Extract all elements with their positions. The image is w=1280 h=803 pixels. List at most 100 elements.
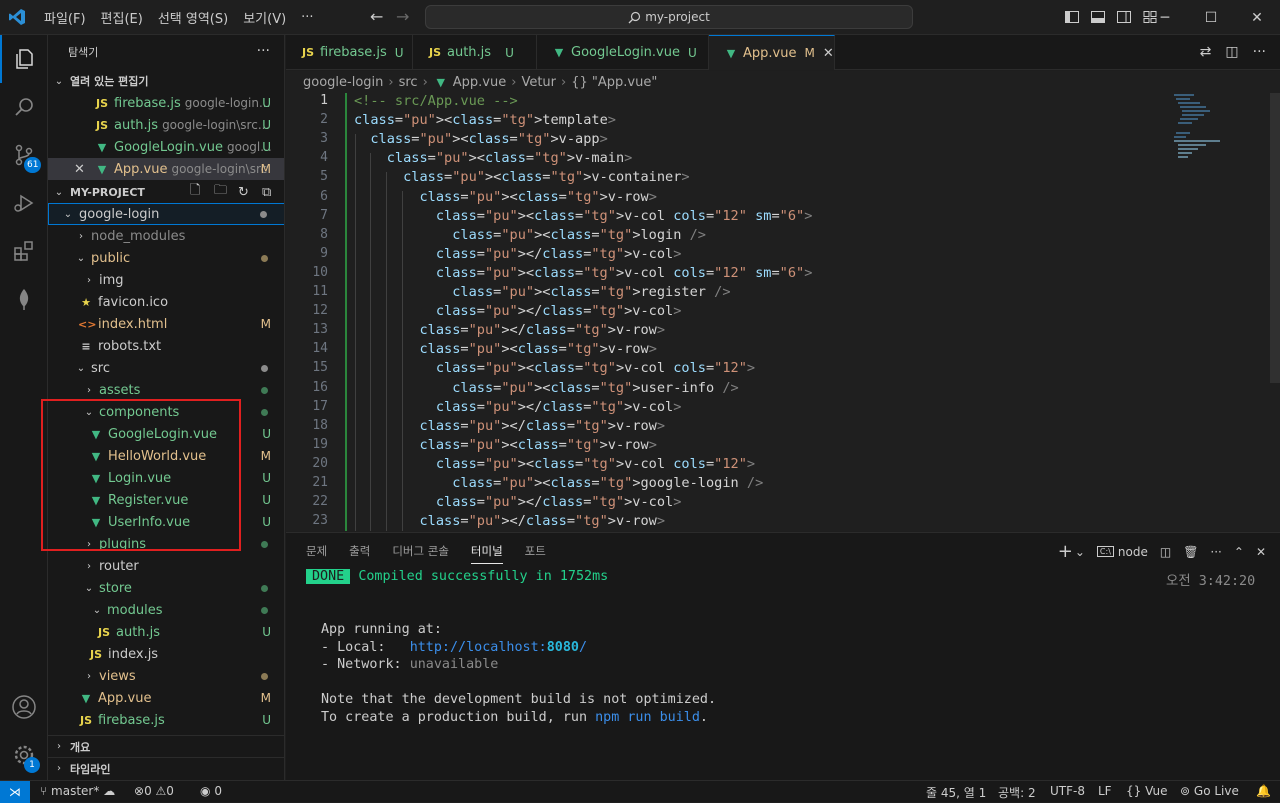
chevron-up-icon[interactable]: ⌃ (1234, 545, 1244, 559)
tree-firebase-js[interactable]: JS firebase.js U (48, 709, 284, 731)
tree-store[interactable]: ⌄ store (48, 577, 284, 599)
command-center-search[interactable]: my-project (425, 5, 913, 29)
tab-ports[interactable]: 포트 (525, 543, 546, 564)
cursor-position[interactable]: 줄 45, 열 1 (926, 784, 986, 801)
refresh-icon[interactable]: ↻ (238, 185, 249, 200)
arrow-right-icon[interactable]: → (396, 7, 409, 26)
open-editors-header[interactable]: ⌄ 열려 있는 편집기 (48, 70, 284, 92)
tree-googlelogin-vue[interactable]: ▼ GoogleLogin.vue U (48, 423, 284, 445)
shell-name[interactable]: node (1118, 545, 1148, 559)
split-terminal-icon[interactable]: ◫ (1160, 545, 1171, 559)
timeline-header[interactable]: › 타임라인 (48, 757, 284, 779)
tree-google-login[interactable]: ⌄ google-login (48, 203, 284, 225)
close-panel-icon[interactable]: ✕ (1256, 545, 1266, 559)
breadcrumb-item[interactable]: google-login (303, 75, 383, 90)
tree-index-js[interactable]: JS index.js (48, 643, 284, 665)
toggle-secondary-sidebar-icon[interactable] (1116, 9, 1132, 25)
breadcrumb-item[interactable]: Vetur (521, 75, 556, 90)
mongodb-leaf-icon[interactable] (0, 275, 48, 323)
new-file-icon[interactable]: 🗋 (190, 181, 200, 203)
extensions-icon[interactable] (0, 227, 48, 275)
open-editor-googlelogin[interactable]: ▼ GoogleLogin.vue googl... U (48, 136, 284, 158)
new-terminal-icon[interactable]: + (1058, 541, 1073, 562)
tree-node-modules[interactable]: › node_modules (48, 225, 284, 247)
accounts-icon[interactable] (0, 683, 48, 731)
menu-more[interactable]: ··· (301, 10, 313, 25)
tab-firebase-js[interactable]: JS firebase.js U (286, 35, 413, 70)
editor-scrollbar[interactable] (1270, 93, 1280, 383)
code-editor[interactable]: 1 2 3 4 5 6 7 8 9 10 11 12 13 14 15 16 17 18 19 20 21 22 23 <!… (286, 93, 1280, 531)
explorer-icon[interactable] (0, 35, 48, 83)
arrow-left-icon[interactable]: ← (370, 7, 383, 26)
tree-modules[interactable]: ⌄ modules (48, 599, 284, 621)
notifications-bell-icon[interactable]: 🔔 (1256, 784, 1271, 798)
compare-changes-icon[interactable]: ⇄ (1200, 44, 1212, 60)
run-debug-icon[interactable] (0, 179, 48, 227)
tree-router[interactable]: › router (48, 555, 284, 577)
problems-indicator[interactable]: ⊗0 ⚠0 (134, 784, 174, 798)
tree-src[interactable]: ⌄ src (48, 357, 284, 379)
tab-app-vue[interactable]: ▼ App.vue M ✕ (709, 35, 835, 70)
new-folder-icon[interactable]: 🗀 (214, 181, 227, 203)
more-actions-icon[interactable]: ··· (1210, 545, 1221, 559)
split-editor-icon[interactable]: ◫ (1225, 44, 1238, 60)
close-window-icon[interactable]: ✕ (1234, 0, 1280, 35)
end-of-line[interactable]: LF (1098, 784, 1112, 798)
indentation[interactable]: 공백: 2 (998, 784, 1036, 801)
more-actions-icon[interactable]: ··· (1253, 44, 1266, 60)
outline-header[interactable]: › 개요 (48, 735, 284, 757)
collapse-all-icon[interactable]: ⧉ (262, 185, 271, 200)
maximize-icon[interactable]: ☐ (1188, 0, 1234, 35)
open-editor-firebase[interactable]: JS firebase.js google-login... U (48, 92, 284, 114)
breadcrumb-item[interactable]: App.vue (453, 75, 506, 90)
tree-public[interactable]: ⌄ public (48, 247, 284, 269)
manage-gear-icon[interactable]: 1 (0, 731, 48, 779)
tree-login-vue[interactable]: ▼ Login.vue U (48, 467, 284, 489)
ports-indicator[interactable]: ◉ 0 (200, 784, 222, 798)
go-live-button[interactable]: ⊚ Go Live (1180, 784, 1239, 798)
project-header[interactable]: ⌄ MY-PROJECT 🗋 🗀 ↻ ⧉ (48, 181, 284, 203)
search-icon[interactable] (0, 83, 48, 131)
open-editor-auth[interactable]: JS auth.js google-login\src... U (48, 114, 284, 136)
tree-assets[interactable]: › assets (48, 379, 284, 401)
tab-problems[interactable]: 문제 (306, 543, 327, 564)
tree-views[interactable]: › views (48, 665, 284, 687)
tree-app-vue[interactable]: ▼ App.vue M (48, 687, 284, 709)
chevron-down-icon[interactable]: ⌄ (1075, 545, 1085, 559)
close-icon[interactable]: ✕ (823, 46, 834, 61)
more-actions-icon[interactable]: ··· (257, 43, 270, 59)
open-editor-app[interactable]: ✕ ▼ App.vue google-login\src M (48, 158, 284, 180)
tree-register-vue[interactable]: ▼ Register.vue U (48, 489, 284, 511)
toggle-panel-icon[interactable] (1090, 9, 1106, 25)
source-control-icon[interactable]: 61 (0, 131, 48, 179)
tree-components[interactable]: ⌄ components (48, 401, 284, 423)
menu-view[interactable]: 보기(V) (243, 8, 286, 27)
tree-auth-js[interactable]: JS auth.js U (48, 621, 284, 643)
tab-terminal[interactable]: 터미널 (470, 543, 503, 564)
tree-helloworld-vue[interactable]: ▼ HelloWorld.vue M (48, 445, 284, 467)
tree-index-html[interactable]: <> index.html M (48, 313, 284, 335)
minimize-icon[interactable]: ─ (1142, 0, 1188, 35)
close-icon[interactable]: ✕ (74, 162, 94, 177)
trash-icon[interactable]: 🗑 (1183, 545, 1198, 559)
minimap[interactable] (1170, 93, 1270, 173)
tab-output[interactable]: 출력 (349, 543, 370, 564)
tree-plugins[interactable]: › plugins (48, 533, 284, 555)
tab-debug-console[interactable]: 디버그 콘솔 (392, 543, 449, 564)
breadcrumb-item[interactable]: src (399, 75, 418, 90)
menu-selection[interactable]: 선택 영역(S) (158, 8, 228, 27)
menu-file[interactable]: 파일(F) (44, 8, 86, 27)
branch-indicator[interactable]: ⑂ master* ☁ (40, 784, 115, 798)
language-mode[interactable]: {} Vue (1126, 784, 1168, 798)
remote-icon[interactable]: ⋊ (0, 781, 30, 803)
menu-edit[interactable]: 편집(E) (101, 8, 143, 27)
tab-googlelogin-vue[interactable]: ▼ GoogleLogin.vue U (537, 35, 709, 70)
tree-userinfo-vue[interactable]: ▼ UserInfo.vue U (48, 511, 284, 533)
tree-img[interactable]: › img (48, 269, 284, 291)
tab-auth-js[interactable]: JS auth.js U (413, 35, 537, 70)
tree-favicon[interactable]: ★ favicon.ico (48, 291, 284, 313)
breadcrumb-item[interactable]: {} "App.vue" (571, 75, 657, 90)
encoding[interactable]: UTF-8 (1050, 784, 1085, 798)
toggle-primary-sidebar-icon[interactable] (1064, 9, 1080, 25)
tree-robots[interactable]: ≡ robots.txt (48, 335, 284, 357)
